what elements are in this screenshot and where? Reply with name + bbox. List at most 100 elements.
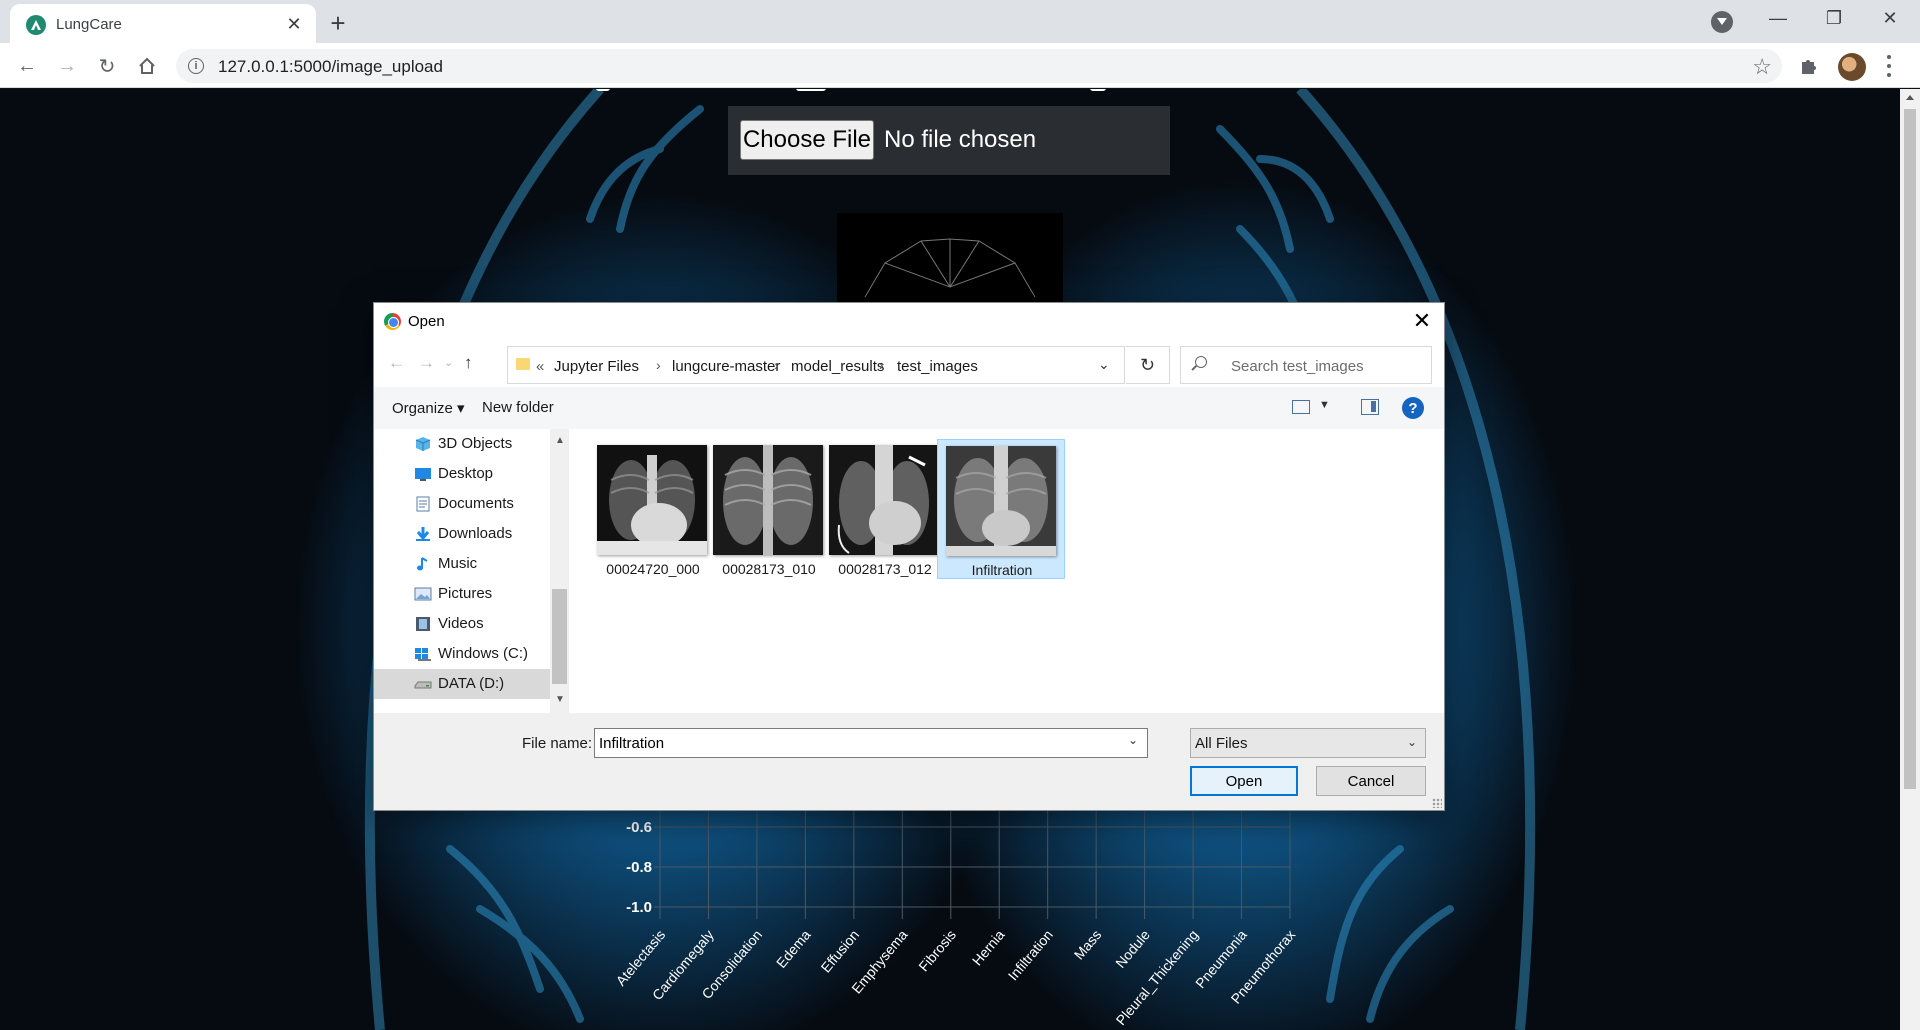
browser-tab[interactable]: LungCare ✕ [10, 4, 316, 43]
breadcrumb-item[interactable]: Jupyter Files [554, 358, 639, 375]
breadcrumb-overflow[interactable]: « [536, 358, 544, 375]
chevron-right-icon[interactable]: › [774, 357, 779, 373]
breadcrumb-item[interactable]: lungcure-master [672, 358, 780, 375]
site-info-icon[interactable]: i [188, 58, 204, 74]
restore-icon[interactable]: ❐ [1806, 0, 1862, 36]
change-view-icon[interactable] [1292, 400, 1310, 414]
chevron-up-icon[interactable]: ▲ [555, 435, 565, 446]
chart-x-category-label: Hernia [969, 926, 1008, 968]
file-item-selected[interactable]: Infiltration [937, 439, 1065, 579]
pictures-icon [414, 587, 432, 601]
address-bar[interactable]: i 127.0.0.1:5000/image_upload ☆ [176, 49, 1782, 83]
search-icon [1195, 356, 1207, 368]
chevron-down-icon: ⌄ [1406, 735, 1417, 749]
extensions-icon[interactable] [1798, 55, 1820, 77]
refresh-icon[interactable]: ↻ [1126, 346, 1170, 384]
cube-icon [415, 437, 431, 451]
xray-thumbnail [597, 445, 707, 555]
dialog-back-icon[interactable]: ← [388, 353, 405, 373]
nav-item-documents[interactable]: Documents [374, 489, 550, 519]
nav-scroll-thumb[interactable] [552, 589, 567, 684]
chevron-down-icon[interactable]: ⌄ [1128, 733, 1138, 747]
resize-grip-icon[interactable] [1432, 798, 1442, 808]
new-folder-button[interactable]: New folder [482, 399, 554, 416]
nav-item-3d-objects[interactable]: 3D Objects [374, 429, 550, 459]
chart-y-tick-label: -0.6 [626, 819, 652, 836]
file-type-select[interactable]: All Files ⌄ [1190, 728, 1426, 758]
page-scrollbar[interactable] [1900, 89, 1920, 1030]
xray-thumbnail [946, 446, 1056, 556]
dialog-bottom-bar: File name: ⌄ All Files ⌄ Open Cancel [374, 713, 1444, 810]
downloads-icon [416, 527, 430, 541]
tab-search-icon[interactable] [1711, 11, 1733, 33]
dialog-titlebar: Open ✕ [374, 303, 1444, 339]
up-folder-icon[interactable]: ↑ [464, 353, 473, 373]
browser-menu-icon[interactable] [1884, 55, 1894, 77]
dialog-address-row: ← → ⌄ ↑ « Jupyter Files › lungcure-maste… [374, 343, 1444, 384]
chart-y-tick-label: -0.8 [626, 859, 652, 876]
minimize-icon[interactable]: — [1750, 0, 1806, 36]
scroll-thumb[interactable] [1904, 109, 1916, 789]
dialog-close-icon[interactable]: ✕ [1404, 307, 1440, 335]
close-tab-icon[interactable]: ✕ [282, 12, 306, 36]
breadcrumb-item[interactable]: test_images [897, 358, 978, 375]
chevron-right-icon[interactable]: › [879, 357, 884, 373]
cancel-button[interactable]: Cancel [1316, 766, 1426, 796]
reload-icon[interactable]: ↻ [92, 51, 122, 81]
chevron-down-icon[interactable]: ⌄ [1098, 356, 1110, 373]
view-options-dropdown-icon[interactable]: ▼ [1319, 399, 1330, 411]
nav-item-pictures[interactable]: Pictures [374, 579, 550, 609]
scroll-up-icon[interactable] [1906, 95, 1914, 100]
file-item[interactable]: 00028173_010 [705, 439, 833, 579]
file-name: 00028173_010 [722, 561, 816, 577]
tab-strip: LungCare ✕ + — ❐ ✕ [0, 0, 1920, 43]
nav-item-windows-c[interactable]: Windows (C:) [374, 639, 550, 669]
drive-icon [414, 681, 432, 689]
back-icon[interactable]: ← [12, 51, 42, 81]
search-input[interactable]: Search test_images [1180, 346, 1432, 384]
home-icon[interactable] [132, 51, 162, 81]
music-icon [417, 557, 428, 571]
chart-x-category-label: Fibrosis [915, 927, 959, 975]
nav-item-label: Pictures [438, 585, 493, 602]
nav-item-videos[interactable]: Videos [374, 609, 550, 639]
chart-x-category-label: Effusion [818, 927, 863, 976]
chart-x-category-label: Infiltration [1005, 927, 1056, 984]
recent-locations-icon[interactable]: ⌄ [444, 356, 453, 369]
image-preview-canvas [837, 213, 1063, 313]
forward-icon[interactable]: → [52, 51, 82, 81]
chart-x-category-label: Nodule [1112, 926, 1153, 970]
lungcare-favicon-icon [26, 15, 46, 35]
xray-thumbnail [713, 445, 823, 555]
chevron-down-icon[interactable]: ▼ [555, 694, 565, 705]
choose-file-button[interactable]: Choose File [740, 120, 874, 160]
nav-item-label: 3D Objects [438, 435, 513, 452]
nav-pane-scrollbar[interactable]: ▲ ▼ [550, 429, 569, 713]
preview-pane-icon[interactable] [1361, 399, 1379, 415]
window-close-icon[interactable]: ✕ [1862, 0, 1918, 36]
navigation-pane: 3D Objects Desktop Documents Downloads M… [374, 429, 569, 713]
chart-x-category-label: Mass [1071, 927, 1105, 963]
file-item[interactable]: 00028173_012 [821, 439, 949, 579]
nav-item-label: Videos [438, 615, 484, 632]
open-button[interactable]: Open [1190, 766, 1298, 796]
nav-item-downloads[interactable]: Downloads [374, 519, 550, 549]
videos-icon [416, 617, 430, 631]
dialog-forward-icon[interactable]: → [418, 353, 435, 373]
new-tab-button[interactable]: + [324, 8, 352, 38]
file-item[interactable]: 00024720_000 [589, 439, 717, 579]
profile-avatar[interactable] [1838, 53, 1866, 81]
nav-item-data-d[interactable]: DATA (D:) [374, 669, 550, 699]
help-icon[interactable]: ? [1402, 397, 1424, 419]
search-placeholder: Search test_images [1231, 358, 1364, 375]
bookmark-star-icon[interactable]: ☆ [1752, 54, 1772, 80]
path-breadcrumb[interactable]: « Jupyter Files › lungcure-master › mode… [507, 346, 1125, 384]
organize-menu[interactable]: Organize ▾ [392, 399, 465, 417]
chevron-right-icon[interactable]: › [656, 357, 661, 373]
nav-item-desktop[interactable]: Desktop [374, 459, 550, 489]
nav-item-music[interactable]: Music [374, 549, 550, 579]
breadcrumb-item[interactable]: model_results [791, 358, 884, 375]
file-type-value: All Files [1195, 735, 1248, 752]
file-name-input[interactable] [594, 728, 1148, 758]
chart-y-tick-label: -1.0 [626, 899, 652, 916]
